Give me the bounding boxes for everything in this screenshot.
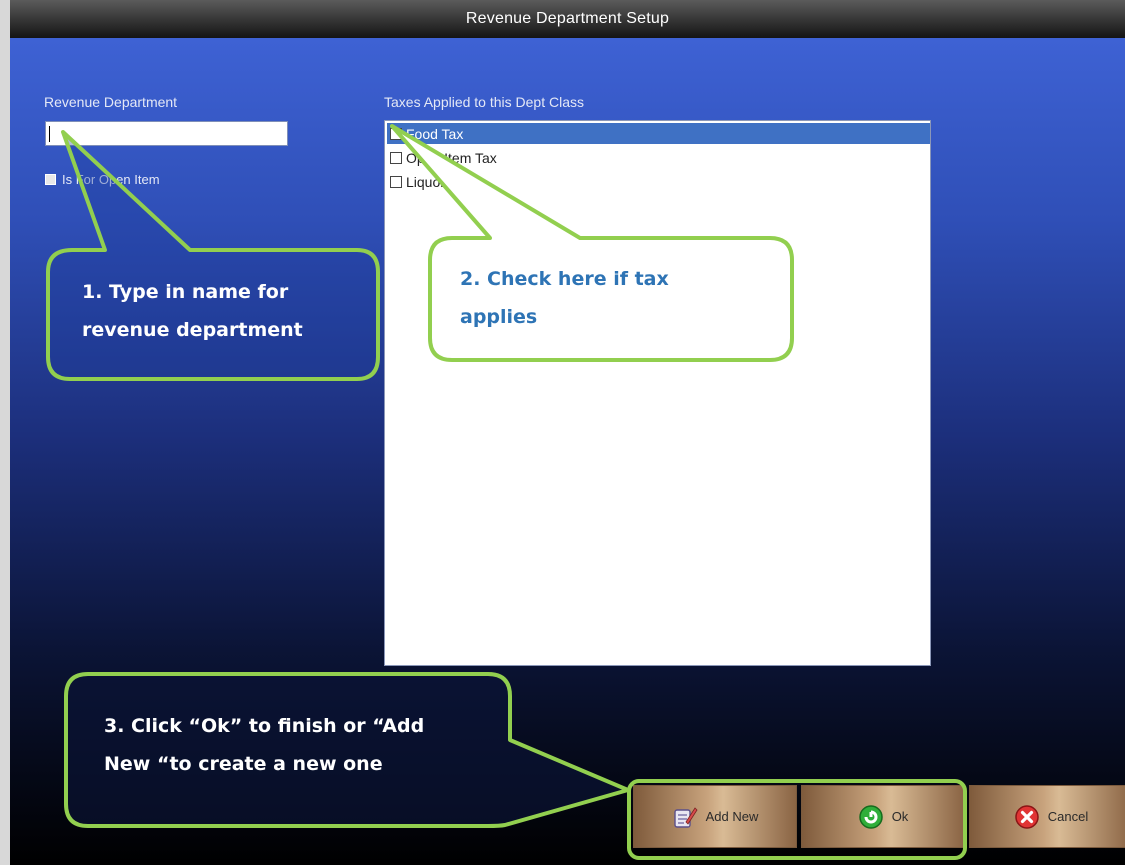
ok-icon — [858, 804, 883, 829]
app-window: Revenue Department Setup Revenue Departm… — [0, 0, 1125, 865]
cancel-label: Cancel — [1047, 809, 1089, 824]
window-titlebar: Revenue Department Setup — [10, 0, 1125, 38]
text-caret — [49, 126, 50, 142]
add-new-label: Add New — [705, 809, 759, 824]
tax-item-food[interactable]: Food Tax — [387, 123, 930, 144]
tax-item-label: Liquor Tax — [406, 173, 471, 190]
callout-1-line-1: 1. Type in name for — [82, 281, 289, 303]
add-new-icon — [673, 806, 698, 828]
callout-1-line-2: revenue department — [82, 319, 303, 341]
open-item-label: Is For Open Item — [62, 172, 160, 187]
ok-label: Ok — [891, 809, 909, 824]
checkbox-icon — [45, 174, 56, 185]
tax-item-open-item[interactable]: Open Item Tax — [387, 147, 930, 168]
add-new-button[interactable]: Add New — [633, 785, 797, 848]
tax-item-liquor[interactable]: Liquor Tax — [387, 171, 930, 192]
window-title: Revenue Department Setup — [465, 10, 670, 27]
cancel-icon — [1015, 804, 1039, 829]
tax-item-label: Open Item Tax — [406, 149, 497, 166]
revenue-department-label: Revenue Department — [44, 94, 178, 110]
callout-2-line-1: 2. Check here if tax — [460, 268, 669, 290]
callout-3-line-2: New “to create a new one — [104, 753, 383, 775]
revenue-department-input[interactable] — [45, 121, 288, 146]
open-item-checkbox[interactable]: Is For Open Item — [45, 172, 160, 187]
callout-3-line-1: 3. Click “Ok” to finish or “Add — [104, 715, 425, 737]
callout-2-line-2: applies — [460, 306, 538, 328]
ok-button[interactable]: Ok — [801, 785, 965, 848]
checkbox-icon[interactable] — [390, 127, 402, 140]
taxes-label: Taxes Applied to this Dept Class — [384, 94, 584, 110]
checkbox-icon[interactable] — [390, 151, 402, 164]
tax-item-label: Food Tax — [406, 125, 464, 142]
cancel-button[interactable]: Cancel — [969, 785, 1125, 848]
checkbox-icon[interactable] — [390, 175, 402, 188]
taxes-list: Food Tax Open Item Tax Liquor Tax — [384, 120, 931, 666]
